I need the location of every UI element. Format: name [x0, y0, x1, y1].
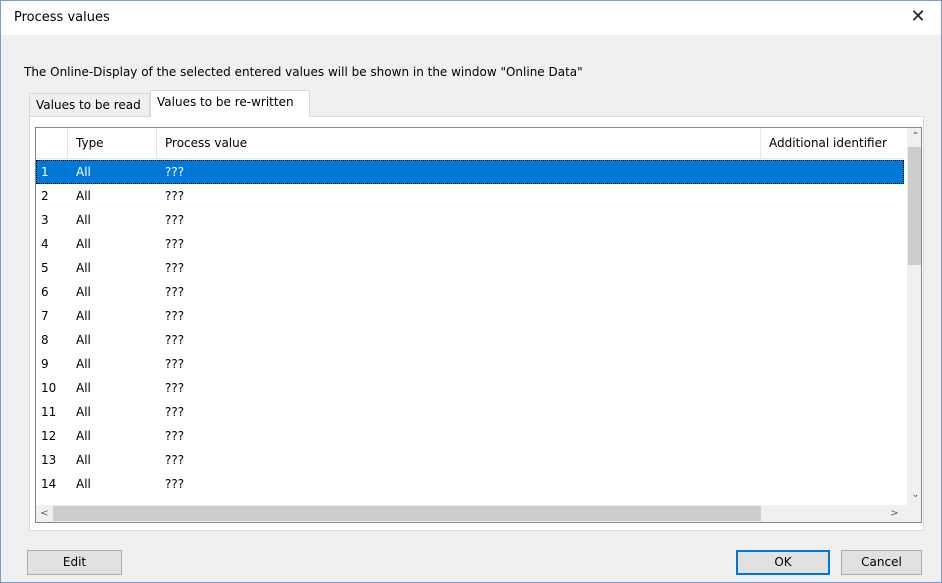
- row-process-value: ???: [165, 213, 185, 227]
- scroll-right-icon[interactable]: >: [886, 505, 903, 522]
- table-row[interactable]: 3 All???: [36, 208, 904, 232]
- ok-button[interactable]: OK: [736, 550, 830, 575]
- row-type: All: [76, 213, 91, 227]
- row-number: 3: [41, 213, 49, 227]
- row-process-value: ???: [165, 189, 185, 203]
- row-process-value: ???: [165, 237, 185, 251]
- row-process-value: ???: [165, 357, 185, 371]
- row-number: 2: [41, 189, 49, 203]
- process-values-grid[interactable]: Type Process value Additional identifier…: [35, 127, 922, 523]
- row-type: All: [76, 357, 91, 371]
- row-number: 1: [41, 165, 49, 179]
- row-process-value: ???: [165, 477, 185, 491]
- table-row[interactable]: 1 All???: [36, 160, 904, 184]
- row-process-value: ???: [165, 333, 185, 347]
- table-row[interactable]: 14 All???: [36, 472, 904, 496]
- edit-button[interactable]: Edit: [27, 550, 122, 575]
- table-row[interactable]: 4 All???: [36, 232, 904, 256]
- row-process-value: ???: [165, 405, 185, 419]
- row-process-value: ???: [165, 381, 185, 395]
- table-row[interactable]: 13 All???: [36, 448, 904, 472]
- row-type: All: [76, 333, 91, 347]
- row-number: 8: [41, 333, 49, 347]
- table-row[interactable]: 11 All???: [36, 400, 904, 424]
- vertical-scroll-thumb[interactable]: [908, 147, 921, 265]
- scroll-up-icon[interactable]: ⌃: [907, 128, 921, 145]
- row-process-value: ???: [165, 309, 185, 323]
- row-type: All: [76, 453, 91, 467]
- row-number: 14: [41, 477, 57, 491]
- row-type: All: [76, 165, 91, 179]
- column-header-number[interactable]: [36, 128, 68, 158]
- cancel-button[interactable]: Cancel: [841, 550, 922, 575]
- row-type: All: [76, 285, 91, 299]
- row-process-value: ???: [165, 261, 185, 275]
- table-row[interactable]: 8 All???: [36, 328, 904, 352]
- table-row[interactable]: 9 All???: [36, 352, 904, 376]
- dialog-title: Process values: [14, 10, 110, 25]
- row-number: 12: [41, 429, 57, 443]
- row-number: 11: [41, 405, 57, 419]
- row-type: All: [76, 189, 91, 203]
- column-header-process-value[interactable]: Process value: [157, 128, 761, 158]
- row-type: All: [76, 477, 91, 491]
- row-type: All: [76, 405, 91, 419]
- row-number: 7: [41, 309, 49, 323]
- grid-header: Type Process value Additional identifier: [36, 128, 904, 159]
- scroll-down-icon[interactable]: ⌄: [907, 486, 921, 503]
- row-process-value: ???: [165, 453, 185, 467]
- row-number: 13: [41, 453, 57, 467]
- info-text: The Online-Display of the selected enter…: [24, 65, 583, 79]
- scrollbar-corner: [907, 505, 921, 522]
- close-icon[interactable]: ✕: [895, 1, 941, 35]
- row-number: 4: [41, 237, 49, 251]
- table-row[interactable]: 5 All???: [36, 256, 904, 280]
- column-header-additional-identifier[interactable]: Additional identifier: [761, 128, 904, 158]
- row-type: All: [76, 381, 91, 395]
- tab-values-to-be-read[interactable]: Values to be read: [29, 93, 150, 117]
- column-header-type[interactable]: Type: [68, 128, 157, 158]
- title-bar: Process values ✕: [1, 1, 941, 35]
- row-number: 9: [41, 357, 49, 371]
- row-type: All: [76, 261, 91, 275]
- row-process-value: ???: [165, 285, 185, 299]
- row-number: 5: [41, 261, 49, 275]
- table-row[interactable]: 6 All???: [36, 280, 904, 304]
- row-type: All: [76, 429, 91, 443]
- horizontal-scrollbar[interactable]: < >: [36, 505, 907, 522]
- row-type: All: [76, 309, 91, 323]
- process-values-dialog: Process values ✕ The Online-Display of t…: [0, 0, 942, 583]
- row-type: All: [76, 237, 91, 251]
- scroll-left-icon[interactable]: <: [36, 505, 53, 522]
- table-row[interactable]: 2 All???: [36, 184, 904, 208]
- row-process-value: ???: [165, 165, 185, 179]
- row-number: 10: [41, 381, 57, 395]
- table-row[interactable]: 12 All???: [36, 424, 904, 448]
- tab-values-to-be-rewritten[interactable]: Values to be re-written: [150, 90, 310, 117]
- vertical-scrollbar[interactable]: ⌃ ⌄: [907, 128, 921, 505]
- table-row[interactable]: 10 All???: [36, 376, 904, 400]
- table-row[interactable]: 7 All???: [36, 304, 904, 328]
- horizontal-scroll-thumb[interactable]: [53, 506, 761, 521]
- row-process-value: ???: [165, 429, 185, 443]
- row-number: 6: [41, 285, 49, 299]
